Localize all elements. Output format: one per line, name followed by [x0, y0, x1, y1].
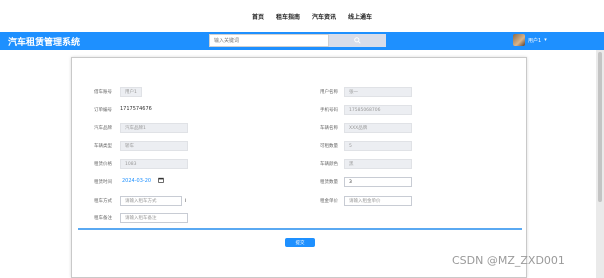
label-phone: 手机号码: [320, 108, 338, 113]
nav-news[interactable]: 汽车资讯: [312, 12, 336, 21]
calendar-icon[interactable]: [158, 177, 164, 185]
search-button[interactable]: [329, 34, 386, 47]
field-car-type: 轿车: [120, 141, 188, 151]
input-rental-method[interactable]: 请输入租车方式: [120, 196, 182, 206]
label-vehicle-name: 车辆名称: [320, 126, 338, 131]
label-rental-price: 租赁价格: [94, 162, 112, 167]
search-input[interactable]: [209, 34, 329, 47]
app-logo-title: 汽车租赁管理系统: [8, 38, 81, 48]
field-vehicle-name: XXX品牌: [344, 123, 412, 133]
user-menu[interactable]: 用户1 ▾: [513, 34, 547, 46]
chevron-down-icon: ▾: [544, 37, 547, 43]
search-box: [209, 34, 386, 47]
input-rental-quantity[interactable]: 3: [344, 177, 412, 187]
label-rental-remark: 租车备注: [94, 216, 112, 221]
text-cursor-icon: I: [185, 198, 187, 203]
field-borrow-account: 用户1: [120, 87, 142, 97]
nav-home[interactable]: 首页: [252, 12, 264, 21]
label-order-number: 订单编号: [94, 108, 112, 113]
field-available-quantity: 5: [344, 141, 412, 151]
label-available-quantity: 可租数量: [320, 144, 338, 149]
avatar: [513, 34, 525, 46]
value-rental-date[interactable]: 2024-03-20: [122, 178, 151, 184]
value-order-number: 1717574676: [120, 106, 152, 112]
nav-guide[interactable]: 租车指南: [276, 12, 300, 21]
field-phone: 17585068706: [344, 105, 412, 115]
order-form-panel: 借车账号 用户1 订单编号 1717574676 汽车品牌 汽车品牌1 车辆类型…: [71, 57, 527, 278]
label-rental-time: 租赁时间: [94, 180, 112, 185]
search-icon: [354, 37, 361, 44]
label-car-type: 车辆类型: [94, 144, 112, 149]
field-user-name: 张一: [344, 87, 412, 97]
input-unit-rent[interactable]: 请输入租金单价: [344, 196, 412, 206]
label-car-brand: 汽车品牌: [94, 126, 112, 131]
field-rental-price: 1083: [120, 159, 188, 169]
form-divider: [78, 228, 522, 230]
header-bar: 汽车租赁管理系统 用户1 ▾: [0, 32, 604, 50]
top-nav: 首页 租车指南 汽车资讯 线上通车: [0, 0, 604, 32]
input-rental-remark[interactable]: 请输入租车备注: [120, 213, 188, 223]
label-rental-method: 租车方式: [94, 199, 112, 204]
field-car-brand: 汽车品牌1: [120, 123, 188, 133]
username: 用户1: [528, 37, 542, 44]
label-borrow-account: 借车账号: [94, 90, 112, 95]
label-unit-rent: 租金单价: [320, 199, 338, 204]
nav-online[interactable]: 线上通车: [348, 12, 372, 21]
label-rental-quantity: 租赁数量: [320, 180, 338, 185]
watermark: CSDN @MZ_ZXD001: [452, 254, 565, 267]
submit-button[interactable]: 提交: [285, 238, 315, 247]
field-vehicle-color: 黑: [344, 159, 412, 169]
label-vehicle-color: 车辆颜色: [320, 162, 338, 167]
scrollbar-thumb[interactable]: [598, 52, 602, 202]
label-user-name: 用户名称: [320, 90, 338, 95]
